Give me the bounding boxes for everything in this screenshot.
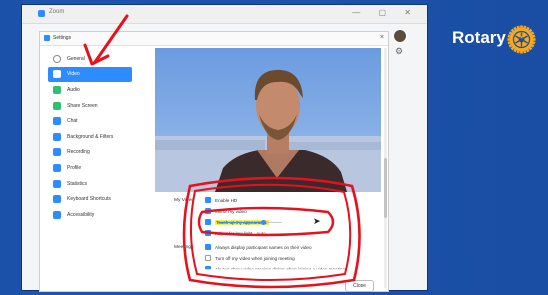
turn-off-video-label: Turn off my video when joining meeting (215, 255, 295, 261)
display-names-option[interactable]: Always display participant names on thei… (205, 244, 312, 250)
sidebar-item-general[interactable]: General (48, 51, 132, 67)
mouse-cursor-icon: ➤ (313, 216, 321, 226)
touch-up-slider-fill (219, 222, 264, 223)
display-names-label: Always display participant names on thei… (215, 244, 312, 250)
close-button[interactable]: Close (345, 280, 374, 292)
turn-off-video-checkbox[interactable] (205, 255, 211, 261)
left-edge-strip (0, 0, 22, 295)
sidebar-item-video[interactable]: Video (48, 66, 132, 83)
low-light-mode[interactable]: Auto (256, 231, 265, 236)
video-preview-image (155, 69, 381, 192)
zoom-side-controls: ⚙ (390, 24, 412, 60)
sidebar-item-keyboard-shortcuts[interactable]: Keyboard Shortcuts (48, 191, 132, 207)
presentation-background: Zoom — ▢ ✕ Settings × General Video Audi… (0, 0, 548, 295)
accessibility-icon (53, 210, 61, 219)
turn-off-video-option[interactable]: Turn off my video when joining meeting (205, 255, 295, 261)
touch-up-slider[interactable] (219, 220, 282, 225)
touch-up-checkbox[interactable] (205, 219, 211, 225)
my-video-label: My Video (174, 198, 194, 203)
video-preview (155, 48, 381, 192)
low-light-option[interactable]: Adjust for low light Auto (205, 230, 266, 236)
headphones-icon (53, 85, 61, 94)
low-light-label: Adjust for low light (215, 230, 253, 236)
settings-sidebar: General Video Audio Share Screen Chat Ba… (48, 51, 132, 223)
sidebar-item-label: Audio (67, 86, 80, 93)
zoom-window-title: Zoom (49, 9, 65, 15)
sidebar-item-accessibility[interactable]: Accessibility (48, 207, 132, 223)
background-icon (53, 132, 61, 141)
sidebar-item-audio[interactable]: Audio (48, 82, 132, 98)
sidebar-item-label: Recording (67, 149, 90, 156)
profile-icon (53, 163, 61, 172)
mirror-video-label: Mirror my video (215, 208, 247, 214)
sidebar-item-background-filters[interactable]: Background & Filters (48, 129, 132, 145)
enable-hd-checkbox[interactable] (205, 197, 211, 203)
sidebar-item-recording[interactable]: Recording (48, 145, 132, 161)
scrollbar-thumb[interactable] (384, 158, 387, 218)
mirror-video-option[interactable]: Mirror my video (205, 208, 247, 214)
rotary-wordmark: Rotary (452, 28, 506, 47)
gear-icon (53, 54, 61, 63)
avatar[interactable] (393, 29, 407, 43)
sidebar-item-profile[interactable]: Profile (48, 160, 132, 176)
statistics-icon (53, 179, 61, 188)
zoom-titlebar: Zoom — ▢ ✕ (22, 5, 427, 24)
settings-app-icon (44, 35, 50, 41)
sidebar-item-label: Video (67, 71, 80, 78)
window-controls[interactable]: — ▢ ✕ (352, 8, 419, 17)
zoom-app-icon (38, 10, 45, 17)
sidebar-item-label: Share Screen (67, 102, 98, 109)
sidebar-item-label: Chat (67, 118, 78, 125)
sidebar-item-chat[interactable]: Chat (48, 113, 132, 129)
record-icon (53, 148, 61, 157)
settings-titlebar: Settings × (40, 32, 388, 46)
enable-hd-label: Enable HD (215, 197, 238, 203)
settings-window: Settings × General Video Audio Share Scr… (39, 31, 389, 292)
settings-scrollbar[interactable] (384, 48, 387, 288)
sidebar-item-label: Profile (67, 164, 82, 171)
meetings-label: Meetings (174, 245, 194, 250)
gear-icon[interactable]: ⚙ (395, 46, 403, 57)
sidebar-item-label: Statistics (67, 180, 88, 187)
close-icon[interactable]: × (380, 34, 384, 41)
sidebar-item-label: General (67, 55, 85, 62)
enable-hd-option[interactable]: Enable HD (205, 197, 237, 203)
settings-title: Settings (53, 35, 72, 41)
sidebar-item-share-screen[interactable]: Share Screen (48, 98, 132, 114)
share-screen-icon (53, 101, 61, 110)
sidebar-item-label: Background & Filters (67, 133, 114, 140)
touch-up-slider-knob[interactable] (260, 220, 266, 225)
sidebar-item-label: Keyboard Shortcuts (67, 196, 111, 203)
low-light-checkbox[interactable] (205, 230, 211, 236)
sidebar-item-label: Accessibility (67, 211, 95, 218)
mirror-video-checkbox[interactable] (205, 208, 211, 214)
display-names-checkbox[interactable] (205, 244, 211, 250)
rotary-wheel-icon (507, 25, 536, 54)
sidebar-item-statistics[interactable]: Statistics (48, 176, 132, 192)
keyboard-icon (53, 195, 61, 204)
video-camera-icon (53, 70, 61, 79)
chat-icon (53, 117, 61, 126)
